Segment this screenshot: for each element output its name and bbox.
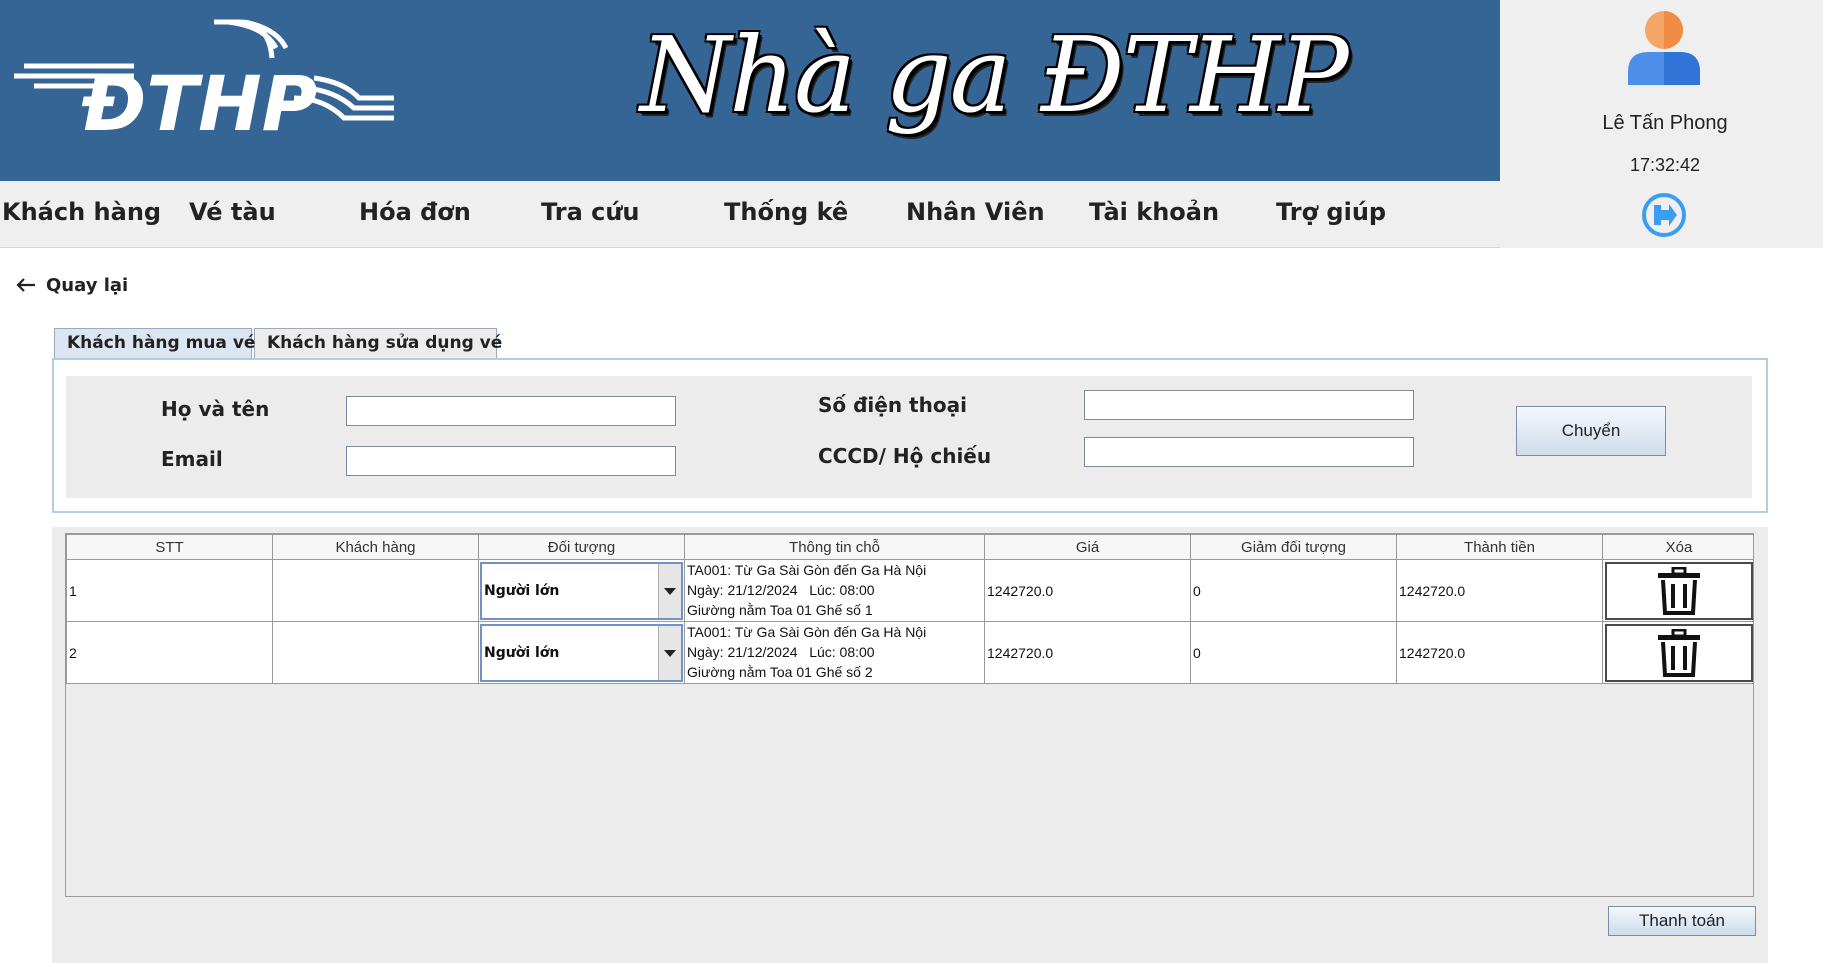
seat-info-route: TA001: Từ Ga Sài Gòn đến Ga Hà Nội xyxy=(687,624,927,640)
cell-total[interactable]: 1242720.0 xyxy=(1396,559,1603,622)
cell-total[interactable]: 1242720.0 xyxy=(1396,621,1603,684)
ticket-table-panel: STT Khách hàng Đối tượng Thông tin chỗ G… xyxy=(52,527,1768,963)
full-name-field[interactable] xyxy=(346,396,676,426)
tab-ticket-user[interactable]: Khách hàng sửa dụng vé xyxy=(254,328,502,358)
menu-item-invoices[interactable]: Hóa đơn xyxy=(359,198,471,226)
table-header-row: STT Khách hàng Đối tượng Thông tin chỗ G… xyxy=(66,534,1753,560)
cell-stt[interactable]: 2 xyxy=(66,621,273,684)
trash-icon xyxy=(1658,628,1700,677)
back-label: Quay lại xyxy=(46,274,129,296)
cell-type: Người lớn xyxy=(478,559,685,622)
dropdown-arrow-icon[interactable] xyxy=(658,625,681,680)
seat-info-date: Ngày: 21/12/2024 Lúc: 08:00 xyxy=(687,582,875,598)
seat-info-seat: Giường nằm Toa 01 Ghế số 1 xyxy=(687,602,873,618)
column-header-customer[interactable]: Khách hàng xyxy=(272,534,479,560)
phone-label: Số điện thoại xyxy=(818,393,967,417)
email-field[interactable] xyxy=(346,446,676,476)
transfer-button[interactable]: Chuyển xyxy=(1516,406,1666,456)
cell-stt[interactable]: 1 xyxy=(66,559,273,622)
logo-text: ĐTHP xyxy=(81,59,317,138)
delete-row-button[interactable] xyxy=(1605,561,1753,620)
cell-delete xyxy=(1602,559,1753,622)
arrow-left-icon xyxy=(16,278,35,292)
cell-price[interactable]: 1242720.0 xyxy=(984,621,1191,684)
cell-type: Người lớn xyxy=(478,621,685,684)
seat-info-seat: Giường nằm Toa 01 Ghế số 2 xyxy=(687,664,873,680)
pay-button[interactable]: Thanh toán xyxy=(1608,906,1756,936)
cell-customer[interactable] xyxy=(272,621,479,684)
cell-seat-info[interactable]: TA001: Từ Ga Sài Gòn đến Ga Hà Nội Ngày:… xyxy=(684,559,985,622)
seat-info-date: Ngày: 21/12/2024 Lúc: 08:00 xyxy=(687,644,875,660)
ticket-table: STT Khách hàng Đối tượng Thông tin chỗ G… xyxy=(65,533,1754,897)
column-header-stt[interactable]: STT xyxy=(66,534,273,560)
menu-item-lookup[interactable]: Tra cứu xyxy=(541,198,640,226)
table-row: 2 Người lớn TA001: Từ Ga Sài Gòn đến Ga … xyxy=(66,621,1753,684)
user-name: Lê Tấn Phong xyxy=(1602,112,1728,134)
logout-icon[interactable] xyxy=(1641,192,1687,238)
column-header-type[interactable]: Đối tượng xyxy=(478,534,685,560)
menu-item-statistics[interactable]: Thống kê xyxy=(724,198,848,226)
email-label: Email xyxy=(161,447,223,471)
column-header-price[interactable]: Giá xyxy=(984,534,1191,560)
user-avatar-icon xyxy=(1628,11,1700,85)
app-title: Nhà ga ĐTHP xyxy=(640,14,1349,136)
user-panel: Lê Tấn Phong 17:32:42 xyxy=(1500,0,1823,248)
passenger-type-select[interactable]: Người lớn xyxy=(480,561,683,620)
table-row: 1 Người lớn TA001: Từ Ga Sài Gòn đến Ga … xyxy=(66,559,1753,622)
seat-info-route: TA001: Từ Ga Sài Gòn đến Ga Hà Nội xyxy=(687,562,927,578)
passenger-type-value: Người lớn xyxy=(484,582,560,599)
column-header-delete[interactable]: Xóa xyxy=(1602,534,1753,560)
trash-icon xyxy=(1658,566,1700,615)
dropdown-arrow-icon[interactable] xyxy=(658,563,681,618)
id-passport-field[interactable] xyxy=(1084,437,1414,467)
full-name-label: Họ và tên xyxy=(161,397,270,421)
customer-form-panel xyxy=(52,358,1768,513)
passenger-type-select[interactable]: Người lớn xyxy=(480,623,683,682)
tab-ticket-buyer[interactable]: Khách hàng mua vé xyxy=(54,328,255,358)
main-menu: Khách hàng Vé tàu Hóa đơn Tra cứu Thống … xyxy=(0,181,1500,248)
menu-item-staff[interactable]: Nhân Viên xyxy=(906,198,1045,226)
column-header-discount[interactable]: Giảm đối tượng xyxy=(1190,534,1397,560)
column-header-total[interactable]: Thành tiền xyxy=(1396,534,1603,560)
dthp-logo: ĐTHP xyxy=(14,19,394,138)
phone-field[interactable] xyxy=(1084,390,1414,420)
header-banner: ĐTHP Nhà ga ĐTHP xyxy=(0,0,1500,181)
clock-time: 17:32:42 xyxy=(1629,155,1701,175)
back-button[interactable]: Quay lại xyxy=(16,272,128,298)
cell-delete xyxy=(1602,621,1753,684)
delete-row-button[interactable] xyxy=(1605,623,1753,682)
cell-price[interactable]: 1242720.0 xyxy=(984,559,1191,622)
cell-discount[interactable]: 0 xyxy=(1190,621,1397,684)
column-header-seat-info[interactable]: Thông tin chỗ xyxy=(684,534,985,560)
menu-item-customers[interactable]: Khách hàng xyxy=(2,198,161,226)
cell-customer[interactable] xyxy=(272,559,479,622)
cell-discount[interactable]: 0 xyxy=(1190,559,1397,622)
id-passport-label: CCCD/ Hộ chiếu xyxy=(818,444,992,468)
menu-item-help[interactable]: Trợ giúp xyxy=(1276,198,1386,226)
passenger-type-value: Người lớn xyxy=(484,644,560,661)
menu-item-tickets[interactable]: Vé tàu xyxy=(189,198,276,226)
cell-seat-info[interactable]: TA001: Từ Ga Sài Gòn đến Ga Hà Nội Ngày:… xyxy=(684,621,985,684)
menu-item-account[interactable]: Tài khoản xyxy=(1089,198,1219,226)
